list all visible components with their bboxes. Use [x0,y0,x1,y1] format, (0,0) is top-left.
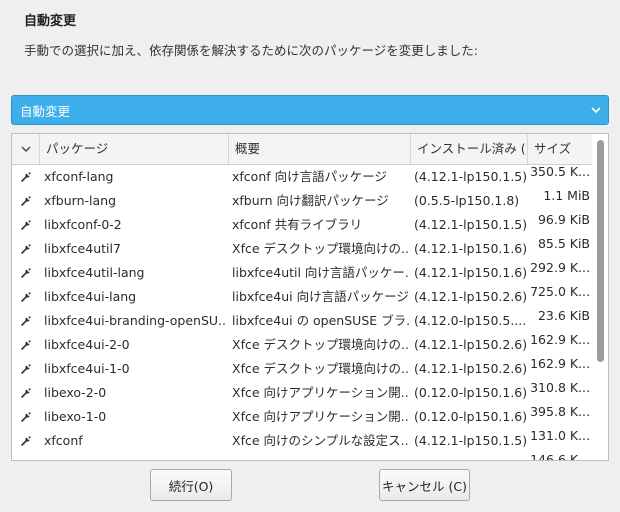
auto-install-icon[interactable] [20,453,36,460]
table-row[interactable]: xfconf Xfce 向けのシンプルな設定ス... (4.12.1-lp150.1… [12,428,594,453]
package-summary: Xfce デスクトップ環境向けの... [232,337,410,352]
auto-install-icon[interactable] [20,405,36,429]
package-size: 23.6 KiB [537,308,590,323]
package-summary [232,453,410,460]
package-name: libxfce4ui-1-0 [44,361,130,376]
header-summary[interactable]: 概要 [229,134,411,164]
package-name: libxfce4util7 [44,241,121,256]
auto-install-icon[interactable] [20,213,36,237]
package-installed-version: (4.12.1-lp150.1.5) [414,433,526,448]
package-name: libxfconf-0-2 [44,217,122,232]
table-header: パッケージ 概要 インストール済み ( サイズ [12,134,594,165]
package-name [44,453,226,460]
package-name: libexo-1-0 [44,409,107,424]
package-summary: Xfce デスクトップ環境向けの... [232,241,410,256]
package-name: libxfce4ui-branding-openSU... [44,313,226,328]
package-summary: libxfce4util 向け言語パッケー... [232,265,410,280]
package-size: 162.9 K... [530,356,590,371]
package-installed-version: (4.12.1-lp150.1.5) [414,169,526,184]
header-check-column[interactable] [12,134,40,164]
auto-install-icon[interactable] [20,285,36,309]
table-row[interactable]: libxfce4util-lang libxfce4util 向け言語パッケー..… [12,260,594,285]
package-installed-version: (4.12.1-lp150.2.6) [414,289,526,304]
package-summary: xfconf 共有ライブラリ [232,217,363,232]
package-summary: libxfce4ui 向け言語パッケージ [232,289,409,304]
package-name: xfconf-lang [44,169,114,184]
package-installed-version: (0.12.0-lp150.1.6) [414,409,526,424]
chevron-down-icon [591,107,601,114]
auto-install-icon[interactable] [20,333,36,357]
table-row[interactable]: libexo-2-0 Xfce 向けアプリケーション開... (0.12.0-lp1… [12,380,594,405]
package-size: 310.8 K... [530,380,590,395]
auto-install-icon[interactable] [20,261,36,285]
package-name: libxfce4ui-2-0 [44,337,130,352]
package-summary: Xfce 向けのシンプルな設定ス... [232,433,410,448]
package-name: xfburn-lang [44,193,116,208]
package-size: 131.0 K... [530,428,590,443]
table-body: xfconf-lang xfconf 向け言語パッケージ (4.12.1-lp150… [12,164,594,460]
chevron-down-icon [21,146,31,152]
package-summary: Xfce 向けアプリケーション開... [232,385,410,400]
package-installed-version: (4.12.1-lp150.1.5) [414,217,526,232]
package-size: 350.5 K... [530,164,590,179]
filter-dropdown[interactable]: 自動変更 [11,95,609,125]
package-summary: Xfce デスクトップ環境向けの... [232,361,410,376]
vertical-scrollbar[interactable] [592,134,608,460]
scrollbar-thumb[interactable] [597,140,604,362]
package-summary: libxfce4ui の openSUSE ブラ... [232,313,410,328]
package-name: libxfce4util-lang [44,265,145,280]
continue-button[interactable]: 続行(O) [150,469,232,501]
auto-install-icon[interactable] [20,189,36,213]
table-row[interactable]: libxfce4ui-lang libxfce4ui 向け言語パッケージ (4.12… [12,284,594,309]
table-row[interactable]: libexo-1-0 Xfce 向けアプリケーション開... (0.12.0-lp1… [12,404,594,429]
package-installed-version: (4.12.1-lp150.2.6) [414,337,526,352]
auto-install-icon[interactable] [20,357,36,381]
header-installed[interactable]: インストール済み ( [411,134,528,164]
package-installed-version: (4.12.0-lp150.5.... [414,313,526,328]
table-row[interactable]: libxfce4ui-2-0 Xfce デスクトップ環境向けの... (4.12.1… [12,332,594,357]
cancel-button[interactable]: キャンセル (C) [379,469,470,501]
package-size: 96.9 KiB [537,212,590,227]
package-installed-version: (4.12.1-lp150.1.6) [414,241,526,256]
package-name: xfconf [44,433,83,448]
package-size: 725.0 K... [530,284,590,299]
auto-install-icon[interactable] [20,429,36,453]
table-row[interactable]: xfconf-lang xfconf 向け言語パッケージ (4.12.1-lp150… [12,164,594,189]
package-size: 395.8 K... [530,404,590,419]
filter-selected-label: 自動変更 [20,103,71,119]
table-row[interactable]: libxfconf-0-2 xfconf 共有ライブラリ (4.12.1-lp150… [12,212,594,237]
package-size: 146.6 K... [530,452,590,461]
package-name: libexo-2-0 [44,385,107,400]
package-installed-version: (0.12.0-lp150.1.6) [414,385,526,400]
header-package[interactable]: パッケージ [40,134,229,164]
package-installed-version: (4.12.1-lp150.1.6) [414,265,526,280]
auto-install-icon[interactable] [20,381,36,405]
package-summary: xfburn 向け翻訳パッケージ [232,193,389,208]
package-name: libxfce4ui-lang [44,289,137,304]
auto-install-icon[interactable] [20,165,36,189]
auto-install-icon[interactable] [20,309,36,333]
package-installed-version: (0.5.5-lp150.1.8) [414,193,520,208]
package-table: パッケージ 概要 インストール済み ( サイズ xfconf-lang xfcon… [11,133,609,461]
package-size: 1.1 MiB [543,188,590,203]
package-size: 162.9 K... [530,332,590,347]
auto-install-icon[interactable] [20,237,36,261]
package-size: 85.5 KiB [537,236,590,251]
package-installed-version: (4.12.1-lp150.2.6) [414,361,526,376]
table-row[interactable]: xfburn-lang xfburn 向け翻訳パッケージ (0.5.5-lp150.… [12,188,594,213]
table-row[interactable]: libxfce4ui-1-0 Xfce デスクトップ環境向けの... (4.12.1… [12,356,594,381]
dialog-title: 自動変更 [24,14,77,29]
package-summary: Xfce 向けアプリケーション開... [232,409,410,424]
package-summary: xfconf 向け言語パッケージ [232,169,387,184]
dialog-description: 手動での選択に加え、依存関係を解決するために次のパッケージを変更しました: [24,43,478,58]
package-size: 292.9 K... [530,260,590,275]
package-installed-version [414,453,526,460]
table-row[interactable]: libxfce4util7 Xfce デスクトップ環境向けの... (4.12.1-… [12,236,594,261]
table-row[interactable]: libxfce4ui-branding-openSU... libxfce4ui … [12,308,594,333]
table-row[interactable]: 146.6 K... [12,452,594,460]
